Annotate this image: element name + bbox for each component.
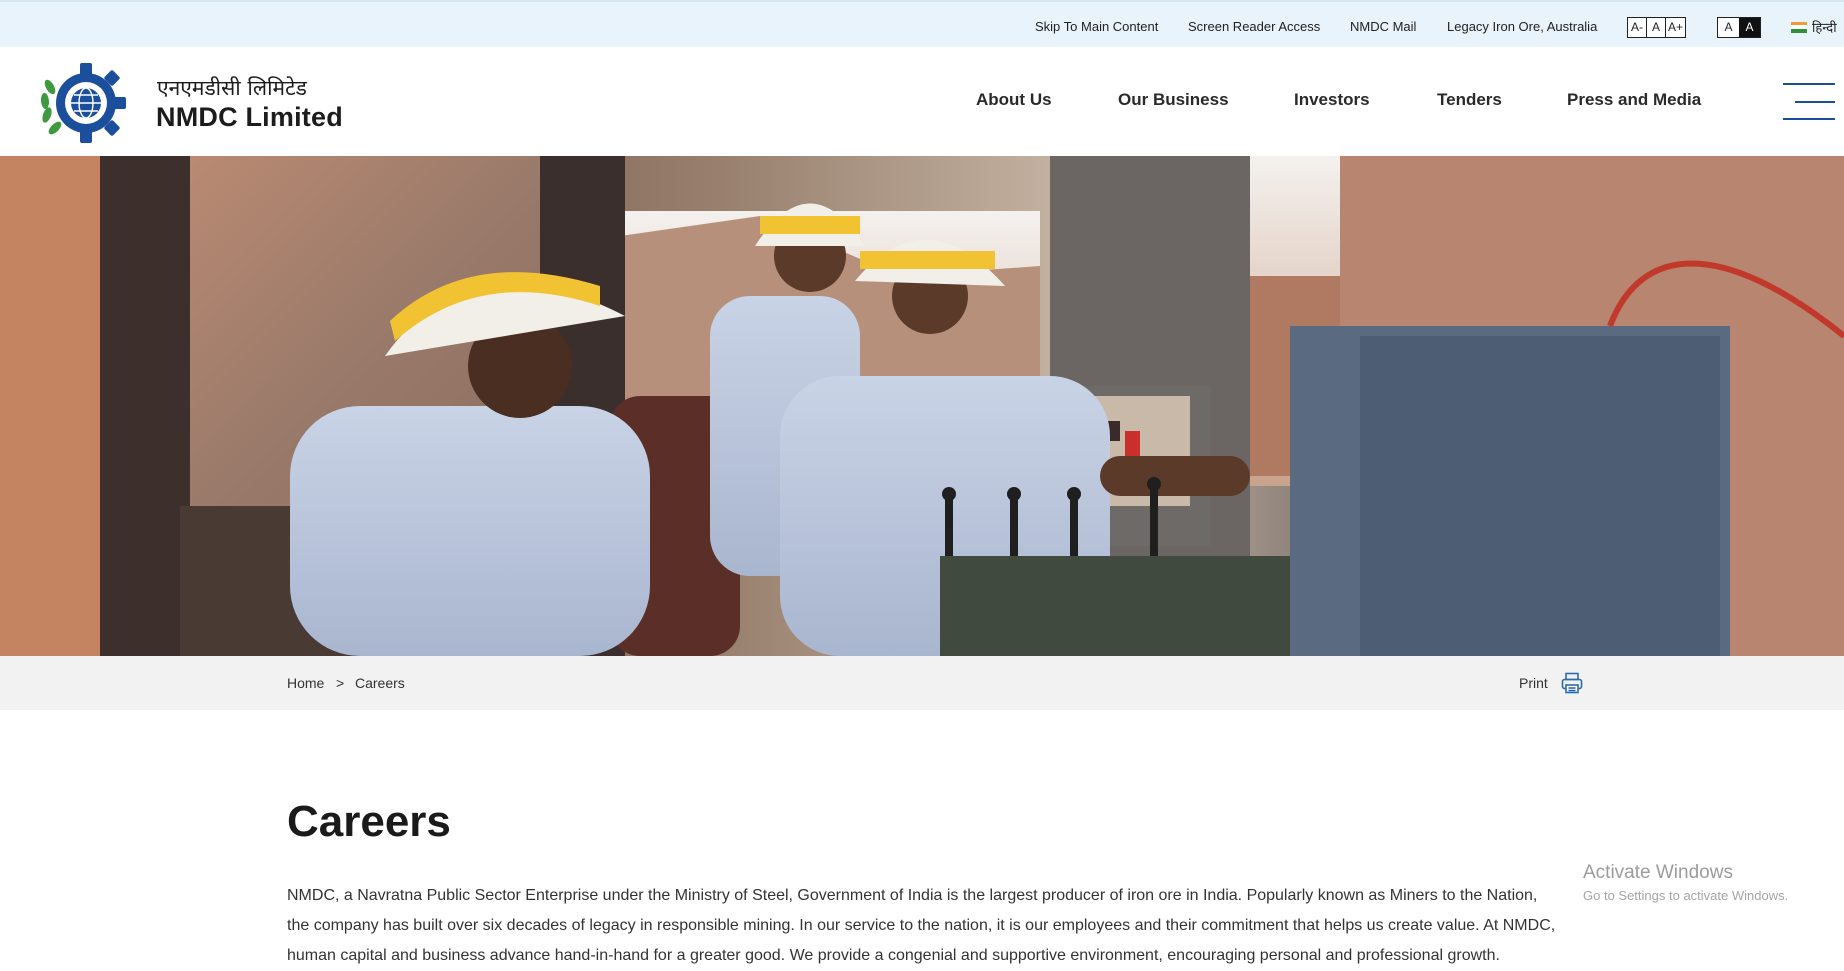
india-flag-icon: [1791, 21, 1807, 33]
nav-tenders[interactable]: Tenders: [1437, 90, 1502, 110]
font-increase-button[interactable]: A+: [1666, 18, 1685, 37]
light-contrast-button[interactable]: A: [1718, 18, 1739, 37]
brand-name[interactable]: NMDC Limited: [156, 102, 343, 133]
page-title: Careers: [287, 797, 451, 846]
breadcrumb-current: Careers: [355, 675, 405, 691]
screen-reader-link[interactable]: Screen Reader Access: [1188, 19, 1320, 34]
legacy-iron-ore-link[interactable]: Legacy Iron Ore, Australia: [1447, 19, 1597, 34]
windows-activation-title: Activate Windows: [1583, 862, 1733, 883]
nav-investors[interactable]: Investors: [1294, 90, 1370, 110]
windows-activation-subtitle: Go to Settings to activate Windows.: [1583, 888, 1789, 903]
breadcrumb-bar: Home > Careers Print: [0, 656, 1844, 710]
breadcrumb-home[interactable]: Home: [287, 675, 324, 691]
skip-to-main-link[interactable]: Skip To Main Content: [1035, 19, 1158, 34]
font-size-controls: A- A A+: [1627, 17, 1686, 38]
font-decrease-button[interactable]: A-: [1628, 18, 1647, 37]
print-link[interactable]: Print: [1519, 675, 1548, 691]
font-normal-button[interactable]: A: [1647, 18, 1666, 37]
nav-our-business[interactable]: Our Business: [1118, 90, 1229, 110]
careers-intro-text: NMDC, a Navratna Public Sector Enterpris…: [287, 887, 1556, 964]
nmdc-logo-icon[interactable]: [36, 57, 128, 149]
site-header: एनएमडीसी लिमिटेड NMDC Limited About Us O…: [0, 47, 1844, 156]
contrast-controls: A A: [1717, 17, 1761, 38]
brand-hindi-name: एनएमडीसी लिमिटेड: [157, 76, 307, 100]
utility-bar: Skip To Main Content Screen Reader Acces…: [0, 0, 1844, 47]
language-switch[interactable]: हिन्दी: [1791, 18, 1837, 36]
dark-contrast-button[interactable]: A: [1739, 18, 1760, 37]
printer-icon[interactable]: [1560, 671, 1584, 695]
breadcrumb-separator: >: [336, 675, 345, 691]
language-label: हिन्दी: [1812, 20, 1837, 35]
hero-banner-image: [0, 156, 1844, 656]
nmdc-mail-link[interactable]: NMDC Mail: [1350, 19, 1416, 34]
nav-press-and-media[interactable]: Press and Media: [1567, 90, 1701, 110]
menu-hamburger-icon[interactable]: [1783, 83, 1835, 121]
mining-cabin-photo: [0, 156, 1844, 656]
nav-about-us[interactable]: About Us: [976, 90, 1052, 110]
